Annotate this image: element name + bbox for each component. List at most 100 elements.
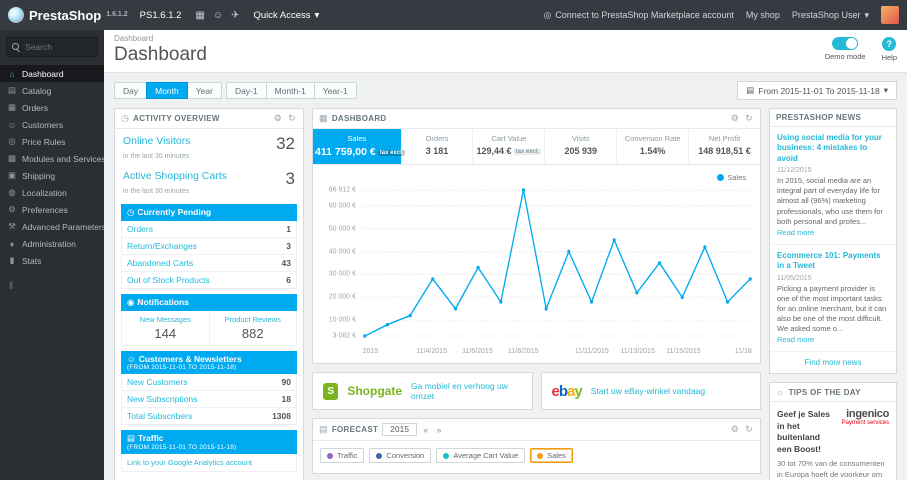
forecast-legend-conversion[interactable]: Conversion	[369, 448, 432, 463]
y-axis-label: 66 912 €	[328, 186, 356, 194]
row-link[interactable]: Total Subscribers	[127, 411, 192, 421]
sidebar-item-customers[interactable]: ☺ Customers	[0, 116, 104, 133]
kpi-value: 205 939	[564, 146, 598, 156]
kpi-conversion-rate[interactable]: Conversion Rate 1.54%	[617, 129, 690, 164]
new-messages-cell[interactable]: New Messages 144	[122, 311, 209, 345]
legend-dot	[443, 452, 450, 459]
sidebar-item-label: Dashboard	[22, 68, 64, 79]
search-input[interactable]	[25, 42, 92, 52]
refresh-icon[interactable]: ↻	[744, 113, 754, 124]
sidebar-item-modules[interactable]: ▩ Modules and Services	[0, 150, 104, 167]
forecast-legend-average-cart-value[interactable]: Average Cart Value	[436, 448, 526, 463]
forecast-year-select[interactable]: 2015	[382, 423, 418, 436]
kpi-sales[interactable]: Sales 411 759,00 € tax excl.	[313, 129, 406, 164]
pending-row-returns: Return/Exchanges 3	[122, 238, 296, 255]
tips-body-text: 30 tot 70% van de consumenten in Europa …	[777, 459, 885, 479]
shopgate-icon: S	[323, 382, 339, 400]
cart-icon[interactable]: ▦	[195, 10, 204, 21]
sidebar-item-stats[interactable]: ▮ Stats	[0, 252, 104, 269]
tips-of-the-day-panel: ☼ TIPS OF THE DAY Geef je Sales in het b…	[769, 382, 897, 480]
refresh-icon[interactable]: ↻	[744, 424, 754, 435]
section-title: Notifications	[137, 297, 189, 307]
filter-day-1-button[interactable]: Day-1	[225, 82, 267, 99]
breadcrumb[interactable]: Dashboard	[114, 34, 207, 43]
my-shop-link[interactable]: My shop	[746, 10, 780, 20]
sidebar-item-dashboard[interactable]: ⌂ Dashboard	[0, 65, 104, 82]
help-icon[interactable]: ?	[882, 37, 897, 51]
marketplace-connect-link[interactable]: ◎ Connect to PrestaShop Marketplace acco…	[543, 10, 733, 21]
news-article-title[interactable]: Using social media for your business: 4 …	[777, 133, 889, 164]
shop-name[interactable]: PS1.6.1.2	[140, 10, 182, 21]
brand-name: PrestaShop	[29, 7, 102, 23]
read-more-link[interactable]: Read more	[777, 335, 814, 344]
next-year-button[interactable]: »	[435, 425, 444, 435]
kpi-label: Cart Value	[491, 134, 527, 143]
gear-icon[interactable]: ⚙	[730, 113, 740, 124]
forecast-legend-traffic[interactable]: Traffic	[320, 448, 365, 463]
rocket-icon[interactable]: ✈	[231, 10, 239, 21]
sidebar-item-orders[interactable]: ▦ Orders	[0, 99, 104, 116]
gear-icon[interactable]: ⚙	[273, 113, 283, 124]
customers-icon[interactable]: ☺	[213, 10, 223, 21]
filter-day-button[interactable]: Day	[114, 82, 148, 99]
kpi-orders[interactable]: Orders 3 181	[402, 129, 474, 164]
quick-access-menu[interactable]: Quick Access ▾	[253, 10, 319, 21]
kpi-row: Sales 411 759,00 € tax excl. Orders 3 181…	[313, 129, 760, 165]
sidebar-item-preferences[interactable]: ⚙ Preferences	[0, 201, 104, 218]
row-link[interactable]: New Subscriptions	[127, 394, 197, 404]
active-carts-link[interactable]: Active Shopping Carts	[123, 170, 227, 182]
date-range-picker[interactable]: ▤ From 2015-11-01 To 2015-11-18 ▾	[737, 81, 897, 100]
kpi-cart-value[interactable]: Cart Value 129,44 € tax excl.	[473, 129, 546, 164]
shopgate-promo-link[interactable]: Ga mobiel en verhoog uw omzet	[411, 381, 521, 401]
kpi-value: 411 759,00 €	[315, 146, 376, 158]
refresh-icon[interactable]: ↻	[287, 113, 297, 124]
online-visitors-subtitle: in the last 30 minutes	[123, 153, 190, 160]
read-more-link[interactable]: Read more	[777, 228, 814, 237]
forecast-legend-sales[interactable]: Sales	[530, 448, 573, 463]
ebay-promo-link[interactable]: Start uw eBay-winkel vandaag	[591, 386, 705, 396]
find-more-news-link[interactable]: Find more news	[770, 352, 896, 373]
shipping-icon: ▣	[7, 170, 17, 180]
row-link[interactable]: Abandoned Carts	[127, 258, 193, 268]
section-title: Currently Pending	[137, 207, 212, 217]
row-value: 6	[286, 275, 291, 285]
ebay-letter: b	[558, 382, 568, 400]
row-link[interactable]: New Customers	[127, 377, 187, 387]
google-analytics-link[interactable]: Link to your Google Analytics account	[121, 454, 297, 472]
customers-row-total-subscribers: Total Subscribers 1308	[122, 408, 296, 424]
row-link[interactable]: Orders	[127, 224, 153, 234]
sidebar-item-price-rules[interactable]: ◎ Price Rules	[0, 133, 104, 150]
sidebar-item-catalog[interactable]: ▤ Catalog	[0, 82, 104, 99]
prev-year-button[interactable]: «	[421, 425, 430, 435]
user-menu[interactable]: PrestaShop User ▾	[792, 10, 869, 21]
user-avatar[interactable]	[881, 6, 899, 24]
demo-mode-toggle[interactable]	[832, 37, 859, 50]
sidebar-item-administration[interactable]: ♦ Administration	[0, 235, 104, 252]
kpi-net-profit[interactable]: Net Profit 148 918,51 €	[689, 129, 760, 164]
filter-month-button[interactable]: Month	[146, 82, 188, 99]
prestashop-logo[interactable]: PrestaShop 1.6.1.2	[8, 7, 128, 23]
row-link[interactable]: Out of Stock Products	[127, 275, 210, 285]
grid-icon: ▦	[319, 113, 328, 123]
news-article-title[interactable]: Ecommerce 101: Payments in a Tweet	[777, 251, 889, 272]
kpi-visits[interactable]: Visits 205 939	[545, 129, 618, 164]
y-axis-label: 30 000 €	[328, 270, 356, 278]
online-visitors-link[interactable]: Online Visitors	[123, 135, 191, 147]
row-link[interactable]: Return/Exchanges	[127, 241, 197, 251]
pending-row-orders: Orders 1	[122, 221, 296, 238]
sidebar-search[interactable]	[6, 37, 98, 57]
currently-pending-header: ◷ Currently Pending	[121, 204, 297, 221]
product-reviews-cell[interactable]: Product Reviews 882	[208, 311, 297, 345]
customers-icon: ☺	[7, 119, 17, 130]
demo-mode-control: Demo mode	[825, 37, 866, 61]
sidebar-collapse-button[interactable]: ‖	[0, 269, 104, 304]
kpi-value: 3 181	[425, 146, 449, 156]
sidebar-item-shipping[interactable]: ▣ Shipping	[0, 167, 104, 184]
filter-month-1-button[interactable]: Month-1	[265, 82, 315, 99]
gear-icon[interactable]: ⚙	[730, 424, 740, 435]
sidebar-item-advanced-parameters[interactable]: ⚒ Advanced Parameters	[0, 218, 104, 235]
sales-chart	[363, 188, 752, 338]
sidebar-item-localization[interactable]: ◍ Localization	[0, 184, 104, 201]
filter-year-1-button[interactable]: Year-1	[313, 82, 357, 99]
filter-year-button[interactable]: Year	[186, 82, 222, 99]
